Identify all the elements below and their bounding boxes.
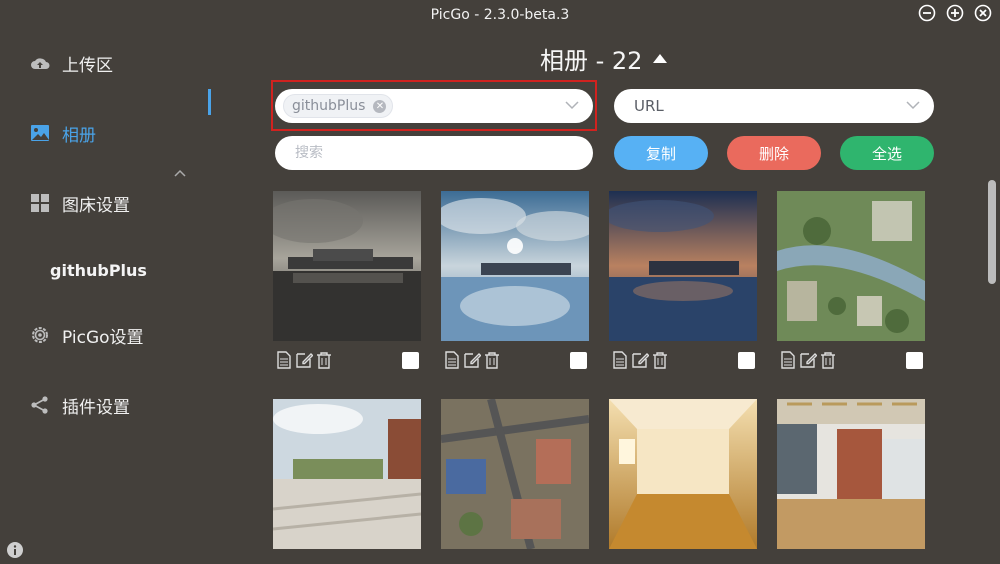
close-button[interactable] [974,4,992,22]
share-icon [30,395,50,415]
gallery-title-text: 相册 - 22 [540,46,643,75]
sidebar-item-label: 图床设置 [62,195,130,216]
minimize-button[interactable] [918,4,936,22]
sidebar-item-picbed-settings[interactable]: 图床设置 [30,185,130,221]
document-icon[interactable] [443,351,461,369]
highlight-box [271,80,597,131]
active-indicator [208,89,211,115]
sidebar-item-upload[interactable]: 上传区 [30,45,113,81]
window-controls [918,4,992,22]
trash-icon[interactable] [819,351,837,369]
maximize-button[interactable] [946,4,964,22]
trash-icon[interactable] [651,351,669,369]
edit-icon[interactable] [463,351,481,369]
sidebar [0,30,230,564]
image-thumbnail[interactable] [273,399,421,549]
chevron-up-icon[interactable] [173,167,187,179]
sidebar-item-picgo-settings[interactable]: PicGo设置 [30,317,144,353]
select-checkbox[interactable] [570,352,587,369]
image-thumbnail[interactable] [777,399,925,549]
info-icon[interactable] [6,541,24,559]
link-format-value: URL [634,97,664,115]
image-card [441,191,589,369]
edit-icon[interactable] [295,351,313,369]
search-input[interactable] [275,136,593,170]
select-checkbox[interactable] [906,352,923,369]
image-thumbnail[interactable] [609,191,757,341]
app-title: PicGo - 2.3.0-beta.3 [430,7,570,23]
image-actions [779,351,837,369]
image-thumbnail[interactable] [441,399,589,549]
edit-icon[interactable] [631,351,649,369]
image-thumbnail[interactable] [777,191,925,341]
title-bar: PicGo - 2.3.0-beta.3 [0,0,1000,30]
link-format-select[interactable]: URL [614,89,934,123]
collapse-triangle-icon[interactable] [652,52,668,64]
document-icon[interactable] [611,351,629,369]
image-card [441,399,589,549]
gallery-title: 相册 - 22 [540,41,668,75]
chevron-down-icon [906,101,920,110]
image-actions [611,351,669,369]
delete-button[interactable]: 删除 [727,136,821,170]
image-thumbnail[interactable] [273,191,421,341]
cloud-upload-icon [30,53,50,73]
document-icon[interactable] [779,351,797,369]
sidebar-subitem-githubplus[interactable]: githubPlus [50,255,147,285]
image-actions [275,351,333,369]
image-grid [272,190,932,564]
image-card [609,399,757,549]
sidebar-item-label: PicGo设置 [62,327,144,348]
image-card [777,191,925,369]
gear-icon [30,325,50,345]
select-checkbox[interactable] [402,352,419,369]
image-icon [30,123,50,143]
image-card [777,399,925,549]
plus-circle-icon [946,4,964,22]
sidebar-item-label: 相册 [62,125,96,146]
image-card [609,191,757,369]
image-thumbnail[interactable] [441,191,589,341]
grid-icon [30,193,50,213]
copy-button[interactable]: 复制 [614,136,708,170]
sidebar-item-label: 上传区 [62,55,113,76]
trash-icon[interactable] [483,351,501,369]
document-icon[interactable] [275,351,293,369]
edit-icon[interactable] [799,351,817,369]
scrollbar[interactable] [988,180,996,284]
image-thumbnail[interactable] [609,399,757,549]
sidebar-item-gallery[interactable]: 相册 [30,115,96,151]
image-actions [443,351,501,369]
sidebar-item-label: 插件设置 [62,397,130,418]
minimize-icon [918,4,936,22]
image-card [273,191,421,369]
image-card [273,399,421,549]
select-all-button[interactable]: 全选 [840,136,934,170]
select-checkbox[interactable] [738,352,755,369]
close-icon [974,4,992,22]
trash-icon[interactable] [315,351,333,369]
sidebar-item-plugin-settings[interactable]: 插件设置 [30,387,130,423]
